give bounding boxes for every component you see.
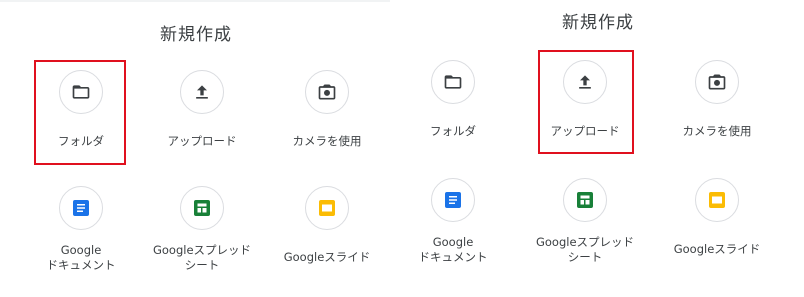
google-docs-icon bbox=[73, 200, 89, 216]
google-slides-option[interactable]: Googleスライド bbox=[662, 178, 772, 257]
google-slides-option[interactable]: Googleスライド bbox=[272, 186, 382, 265]
option-label: カメラを使用 bbox=[292, 134, 362, 148]
google-slides-icon bbox=[709, 192, 725, 208]
google-sheets-option[interactable]: Googleスプレッド シート bbox=[530, 178, 640, 265]
option-label: フォルダ bbox=[430, 124, 476, 138]
menu-title: 新規作成 bbox=[160, 25, 232, 45]
use-camera-option[interactable]: カメラを使用 bbox=[662, 60, 772, 139]
option-label: Google ドキュメント bbox=[418, 235, 488, 264]
folder-icon bbox=[72, 85, 90, 99]
option-label: Google ドキュメント bbox=[46, 243, 116, 272]
option-label: カメラを使用 bbox=[682, 124, 752, 138]
upload-icon bbox=[579, 75, 591, 89]
divider bbox=[0, 0, 390, 2]
option-label: Googleスプレッド シート bbox=[535, 235, 635, 264]
google-docs-option[interactable]: Google ドキュメント bbox=[398, 178, 508, 265]
upload-icon bbox=[196, 85, 208, 99]
upload-option[interactable]: アップロード bbox=[530, 60, 640, 139]
option-label: アップロード bbox=[167, 134, 237, 148]
upload-option[interactable]: アップロード bbox=[147, 70, 257, 149]
new-folder-option[interactable]: フォルダ bbox=[26, 70, 136, 149]
new-folder-option[interactable]: フォルダ bbox=[398, 60, 508, 139]
option-label: フォルダ bbox=[58, 134, 104, 148]
menu-title: 新規作成 bbox=[562, 13, 634, 33]
camera-icon bbox=[708, 74, 726, 90]
option-label: Googleスライド bbox=[283, 250, 371, 264]
google-docs-option[interactable]: Google ドキュメント bbox=[26, 186, 136, 273]
camera-icon bbox=[318, 84, 336, 100]
option-label: アップロード bbox=[550, 124, 620, 138]
option-label: Googleスプレッド シート bbox=[152, 243, 252, 272]
option-label: Googleスライド bbox=[673, 242, 761, 256]
google-sheets-icon bbox=[194, 200, 210, 216]
folder-icon bbox=[444, 75, 462, 89]
right-new-menu: 新規作成 フォルダ アップロード カメラを使用 Google ドキュメント Go… bbox=[392, 0, 804, 297]
google-sheets-option[interactable]: Googleスプレッド シート bbox=[147, 186, 257, 273]
use-camera-option[interactable]: カメラを使用 bbox=[272, 70, 382, 149]
google-sheets-icon bbox=[577, 192, 593, 208]
google-docs-icon bbox=[445, 192, 461, 208]
left-new-menu: 新規作成 フォルダ アップロード カメラを使用 Google ドキュメント Go… bbox=[0, 0, 392, 297]
google-slides-icon bbox=[319, 200, 335, 216]
